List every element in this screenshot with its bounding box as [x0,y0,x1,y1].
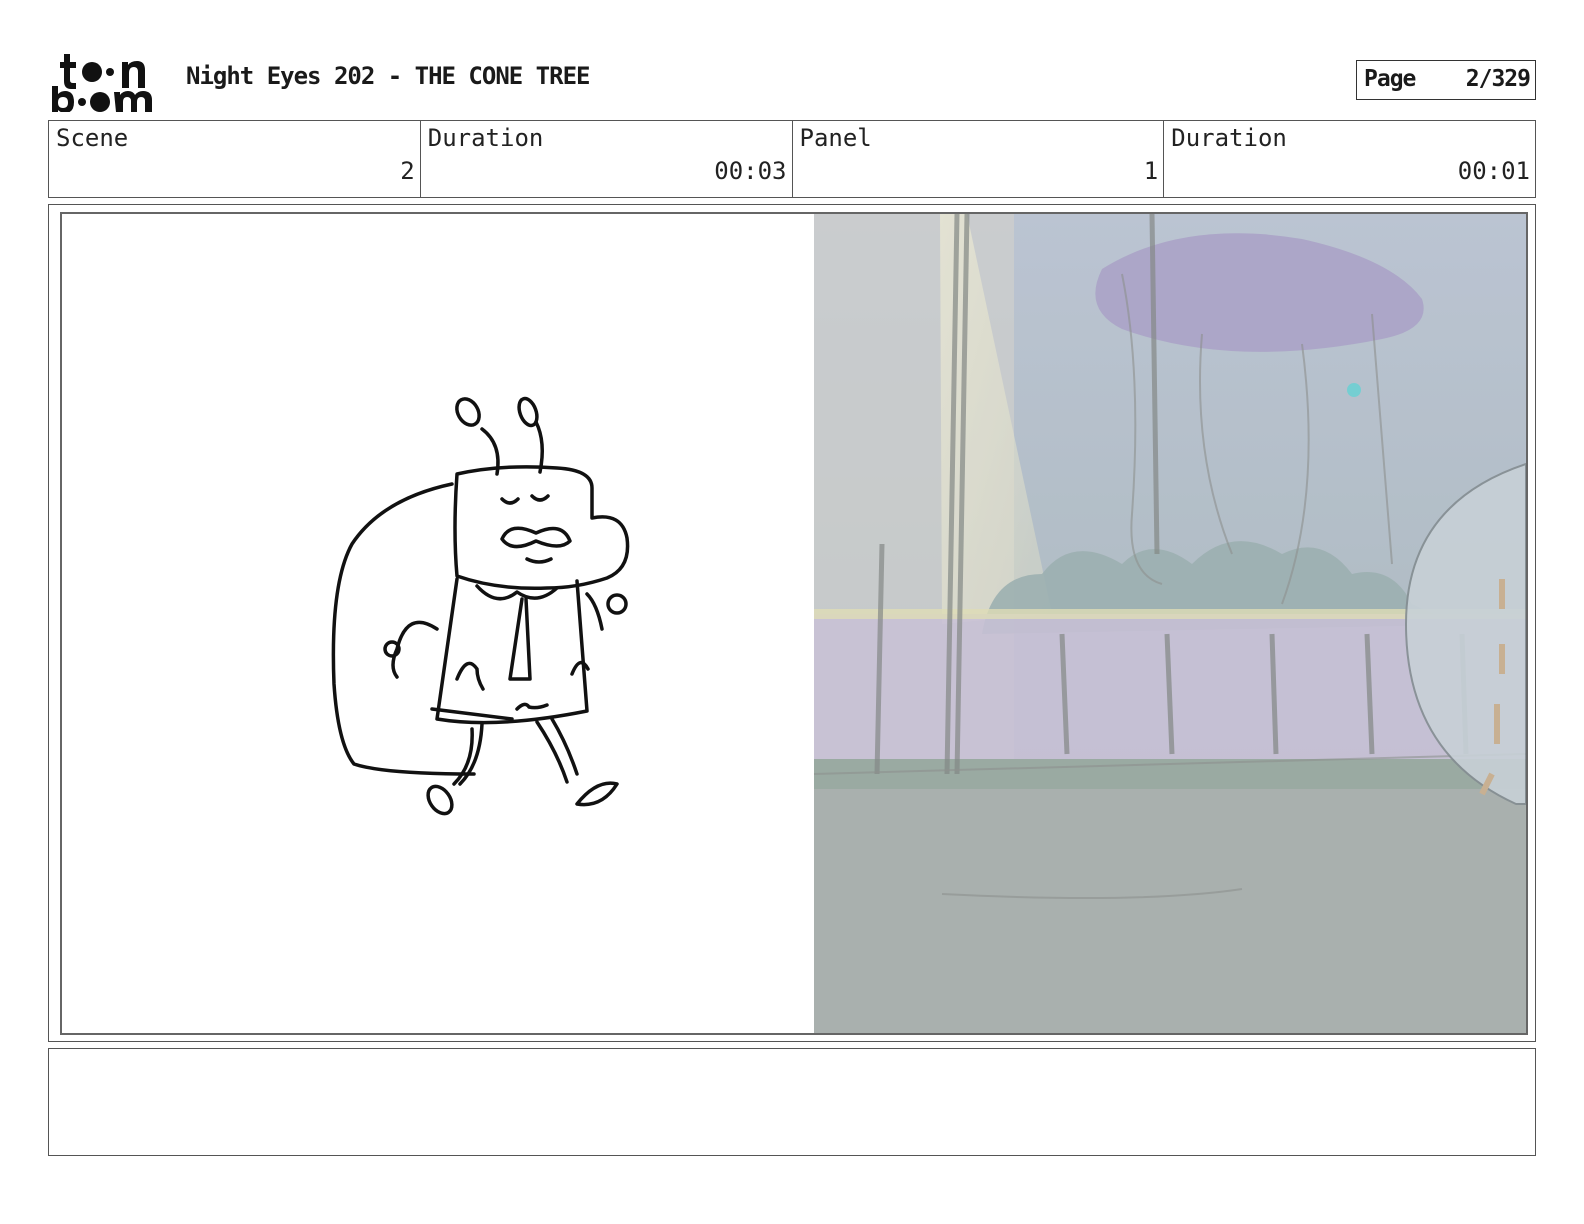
scene-cell: Scene 2 [49,121,421,197]
panel-duration-cell: Duration 00:01 [1164,121,1535,197]
panel-artwork [331,214,1526,1033]
scene-duration-cell: Duration 00:03 [421,121,793,197]
scene-duration-label: Duration [427,124,544,152]
document-title: Night Eyes 202 - THE CONE TREE [186,62,590,90]
notes-box [48,1048,1536,1156]
panel-duration-label: Duration [1171,124,1287,152]
panel-duration-value: 00:01 [1457,157,1530,185]
storyboard-panel-image [60,212,1528,1035]
page-number: 2/329 [1465,66,1531,92]
background-layer [813,214,1526,1033]
scene-duration-value: 00:03 [714,157,787,185]
panel-cell: Panel 1 [793,121,1165,197]
panel-value: 1 [1143,157,1159,185]
toon-boom-logo [52,54,152,112]
page-indicator: Page 2/329 [1356,60,1536,100]
scene-value: 2 [400,157,415,185]
scene-label: Scene [56,124,129,152]
page-label: Page [1364,66,1416,92]
scene-info-row: Scene 2 Duration 00:03 Panel 1 Duration … [48,120,1536,198]
character-sketch [331,396,630,816]
panel-label: Panel [799,124,872,152]
